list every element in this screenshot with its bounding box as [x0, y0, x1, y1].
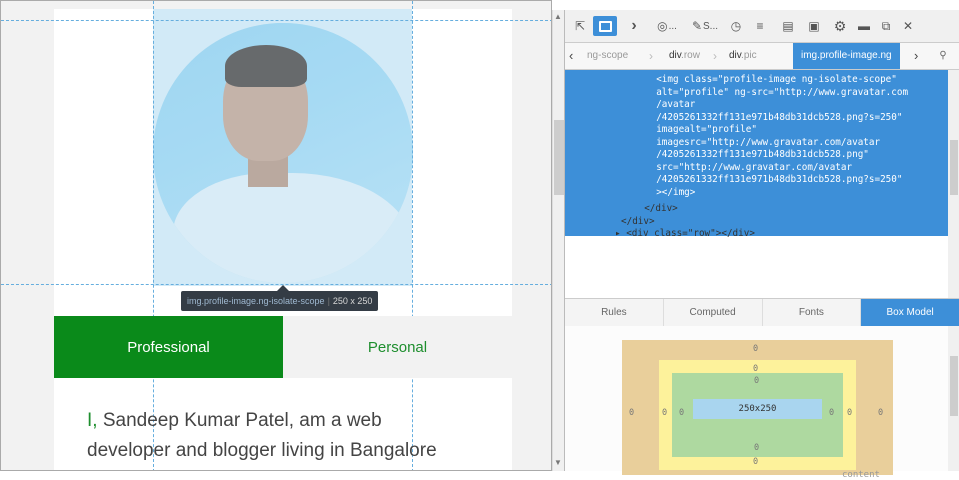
- box-model-margin[interactable]: 0 0 0 0 0 0 0 0 0 0 0 250x250 content: [622, 340, 893, 480]
- tab-rules[interactable]: Rules: [565, 299, 664, 326]
- breadcrumb-img-profile-image[interactable]: img.profile-image.ng: [793, 43, 900, 69]
- markup-line[interactable]: ▸ <div class="row"></div>: [615, 228, 755, 241]
- markup-line[interactable]: <img class="profile-image ng-isolate-sco…: [645, 74, 897, 87]
- close-icon[interactable]: ✕: [899, 16, 917, 36]
- popout-icon[interactable]: ⧉: [877, 16, 895, 36]
- breadcrumb-separator-icon: ›: [713, 49, 717, 63]
- margin-top[interactable]: 0: [753, 344, 758, 354]
- tab-personal[interactable]: Personal: [283, 316, 512, 378]
- margin-left[interactable]: 0: [629, 408, 634, 418]
- box-model-scrollbar[interactable]: [948, 326, 959, 471]
- network-icon[interactable]: ≡: [751, 16, 769, 36]
- bio-text: I, Sandeep Kumar Patel, am a web develop…: [87, 406, 487, 466]
- split-console-icon[interactable]: ▣: [805, 16, 823, 36]
- style-editor-icon[interactable]: ✎ S...: [687, 16, 723, 36]
- breadcrumb-back-icon[interactable]: ‹: [569, 43, 573, 69]
- padding-top[interactable]: 0: [754, 376, 759, 386]
- tooltip-selector: img.profile-image.ng-isolate-scope: [187, 296, 325, 306]
- search-icon[interactable]: ⚲: [933, 43, 953, 69]
- bio-lead: I,: [87, 410, 98, 431]
- markup-line[interactable]: alt="profile" ng-src="http://www.gravata…: [645, 87, 908, 100]
- tab-professional[interactable]: Professional: [54, 316, 283, 378]
- page-scrollbar-thumb[interactable]: [554, 120, 564, 195]
- pick-element-icon[interactable]: ⇱: [571, 16, 589, 36]
- settings-icon[interactable]: ⚙: [831, 16, 849, 36]
- markup-line[interactable]: src="http://www.gravatar.com/avatar: [645, 162, 852, 175]
- devtools-panel: ⇱ › ◎... ✎ S... ◷ ≡ ▤ ▣ ⚙ ▬ ⧉ ✕ ‹ ng-scop…: [564, 10, 959, 480]
- box-model-content[interactable]: 250x250: [693, 399, 822, 419]
- tab-fonts[interactable]: Fonts: [763, 299, 862, 326]
- bio-line-2: developer and blogger living in Bangalor…: [87, 440, 437, 461]
- profile-image[interactable]: [153, 23, 413, 283]
- border-bottom[interactable]: 0: [753, 457, 758, 467]
- box-model-border[interactable]: 0 0 0 0 0 0 0 0 250x250: [659, 360, 856, 470]
- breadcrumb-separator-icon: ›: [649, 49, 653, 63]
- markup-line[interactable]: /4205261332ff131e971b48db31dcb528.png?s=…: [645, 174, 902, 187]
- markup-line[interactable]: </div>: [621, 216, 655, 229]
- breadcrumb-div-pic[interactable]: div.pic: [729, 43, 757, 69]
- inspector-sidebar-tabs: Rules Computed Fonts Box Model: [565, 298, 959, 327]
- border-right[interactable]: 0: [847, 408, 852, 418]
- markup-line[interactable]: ></img>: [645, 187, 695, 200]
- padding-bottom[interactable]: 0: [754, 443, 759, 453]
- markup-line[interactable]: /4205261332ff131e971b48db31dcb528.png?s=…: [645, 112, 902, 125]
- markup-scrollbar[interactable]: [948, 70, 959, 298]
- breadcrumb-ng-scope[interactable]: ng-scope: [587, 43, 628, 69]
- breadcrumb-forward-icon[interactable]: ›: [914, 43, 918, 69]
- guide-line-top: [1, 20, 551, 21]
- breadcrumb-div-row[interactable]: div.row: [669, 43, 700, 69]
- dock-icon[interactable]: ▬: [855, 16, 873, 36]
- box-model-content-label: content: [842, 470, 880, 480]
- padding-left[interactable]: 0: [679, 408, 684, 418]
- tab-computed[interactable]: Computed: [664, 299, 763, 326]
- performance-icon[interactable]: ◷: [727, 16, 745, 36]
- markup-scrollbar-thumb[interactable]: [950, 140, 958, 195]
- scroll-down-arrow-icon[interactable]: ▼: [554, 458, 562, 467]
- guide-line-left: [153, 1, 154, 470]
- markup-breadcrumbs: ‹ ng-scope › div.row › div.pic img.profi…: [565, 43, 959, 70]
- devtools-toolbar: ⇱ › ◎... ✎ S... ◷ ≡ ▤ ▣ ⚙ ▬ ⧉ ✕: [565, 10, 959, 43]
- scroll-up-arrow-icon[interactable]: ▲: [554, 12, 562, 21]
- markup-view: <img class="profile-image ng-isolate-sco…: [565, 70, 948, 298]
- padding-right[interactable]: 0: [829, 408, 834, 418]
- tooltip-dimensions: 250 x 250: [332, 296, 373, 306]
- markup-line[interactable]: /avatar: [645, 99, 695, 112]
- responsive-mode-icon[interactable]: [593, 16, 617, 36]
- box-model-padding[interactable]: 0 0 0 0 250x250: [672, 373, 843, 457]
- box-model-scrollbar-thumb[interactable]: [950, 356, 958, 416]
- storage-icon[interactable]: ▤: [779, 16, 797, 36]
- markup-line[interactable]: /4205261332ff131e971b48db31dcb528.png": [645, 149, 869, 162]
- markup-line[interactable]: imagealt="profile": [645, 124, 757, 137]
- bio-line-1: Sandeep Kumar Patel, am a web: [97, 410, 382, 431]
- margin-right[interactable]: 0: [878, 408, 883, 418]
- markup-line[interactable]: </div>: [633, 203, 678, 216]
- debugger-icon[interactable]: ◎...: [649, 16, 685, 36]
- markup-line[interactable]: imagesrc="http://www.gravatar.com/avatar: [645, 137, 880, 150]
- element-tooltip: img.profile-image.ng-isolate-scope | 250 x…: [181, 291, 379, 311]
- tab-box-model[interactable]: Box Model: [861, 299, 959, 326]
- page-viewport: img.profile-image.ng-isolate-scope | 250 x…: [0, 0, 552, 471]
- border-left[interactable]: 0: [662, 408, 667, 418]
- console-icon[interactable]: ›: [625, 16, 643, 36]
- box-model-panel: 0 0 0 0 0 0 0 0 0 0 0 250x250 content: [565, 326, 959, 480]
- guide-line-right: [412, 1, 413, 470]
